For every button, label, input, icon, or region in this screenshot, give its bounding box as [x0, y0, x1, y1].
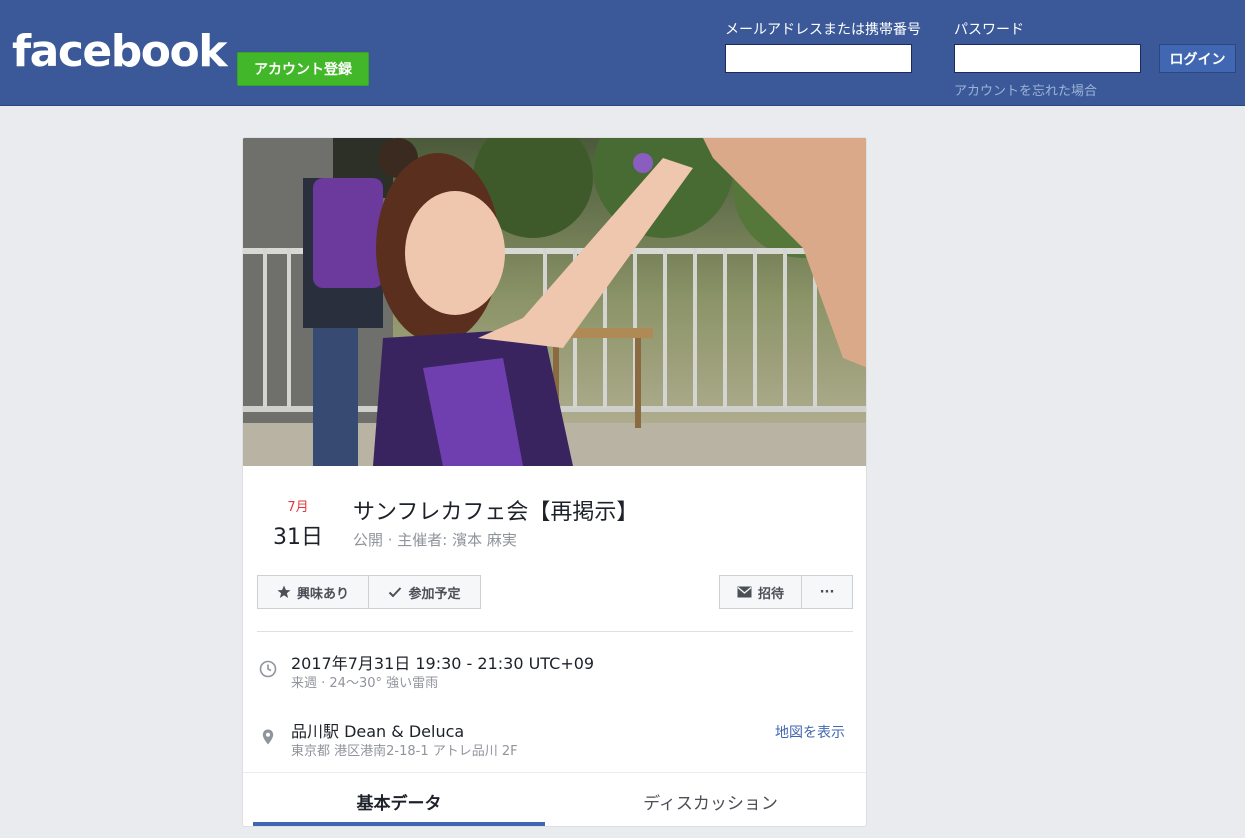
login-button[interactable]: ログイン	[1159, 44, 1236, 73]
show-map-link[interactable]: 地図を表示	[775, 722, 845, 742]
checkmark-icon	[388, 585, 402, 599]
event-time: 2017年7月31日 19:30 - 21:30 UTC+09	[291, 654, 595, 673]
star-icon	[277, 585, 291, 599]
invite-label: 招待	[757, 586, 784, 602]
going-label: 参加予定	[408, 586, 461, 602]
more-options-icon: ···	[819, 584, 835, 600]
invite-button[interactable]: 招待	[719, 575, 802, 609]
password-label: パスワード	[954, 22, 1024, 38]
divider	[257, 631, 853, 632]
event-venue[interactable]: 品川駅 Dean & Deluca	[291, 718, 464, 742]
going-button[interactable]: 参加予定	[368, 575, 481, 609]
event-title: サンフレカフェ会【再掲示】	[353, 500, 639, 525]
signup-button[interactable]: アカウント登録	[237, 52, 369, 86]
event-time-row: 2017年7月31日 19:30 - 21:30 UTC+09 来週 · 24～…	[257, 650, 853, 691]
event-address: 東京都 港区港南2-18-1 アトレ品川 2F	[291, 744, 518, 759]
event-card: 7月 31日 サンフレカフェ会【再掲示】 公開 · 主催者: 濱本 麻実 興味あ…	[242, 137, 867, 827]
active-tab-indicator	[253, 822, 545, 826]
tab-separator	[243, 772, 866, 773]
email-input[interactable]	[725, 44, 912, 73]
email-label: メールアドレスまたは携帯番号	[725, 22, 921, 38]
interested-button[interactable]: 興味あり	[257, 575, 369, 609]
location-pin-icon	[259, 728, 277, 746]
event-date: 7月 31日	[261, 496, 335, 551]
event-privacy-host: 公開 · 主催者: 濱本 麻実	[353, 531, 517, 549]
envelope-icon	[737, 586, 752, 598]
top-navigation-bar: facebook アカウント登録 メールアドレスまたは携帯番号 パスワード ログ…	[0, 0, 1245, 106]
password-input[interactable]	[954, 44, 1141, 73]
facebook-logo[interactable]: facebook	[12, 30, 227, 74]
clock-icon	[259, 660, 277, 678]
event-cover-photo[interactable]	[243, 138, 866, 466]
event-month: 7月	[287, 500, 309, 515]
event-location-row: 品川駅 Dean & Deluca 東京都 港区港南2-18-1 アトレ品川 2…	[257, 718, 853, 759]
event-day: 31日	[273, 525, 323, 550]
more-options-button[interactable]: ···	[801, 575, 853, 609]
event-weather: 来週 · 24～30° 強い雷雨	[291, 676, 439, 691]
tab-discussion[interactable]: ディスカッション	[553, 774, 866, 826]
tab-about[interactable]: 基本データ	[253, 774, 545, 826]
forgot-account-link[interactable]: アカウントを忘れた場合	[954, 80, 1097, 99]
interested-label: 興味あり	[296, 586, 349, 602]
